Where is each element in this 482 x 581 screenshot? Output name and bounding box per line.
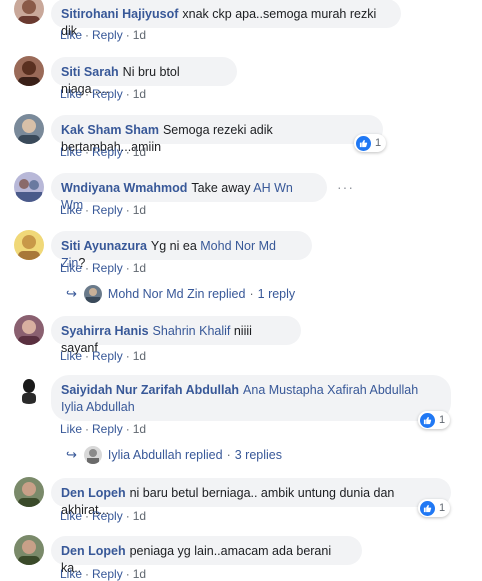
comment-time[interactable]: 1d [133, 203, 146, 217]
comment-actions: Like · Reply · 1d [60, 349, 147, 363]
comment-bubble: Syahirra Hanis Shahrin Khalif niiii sayan… [51, 316, 301, 355]
avatar [83, 285, 102, 303]
avatar[interactable] [14, 535, 44, 565]
reply-count: 1 reply [257, 287, 296, 301]
reply-link[interactable]: Reply [92, 422, 123, 436]
avatar[interactable] [14, 230, 44, 260]
like-link[interactable]: Like [60, 567, 82, 581]
comment-author[interactable]: Kak Sham Sham [61, 123, 159, 137]
comment-time[interactable]: 1d [133, 422, 146, 436]
comment-author[interactable]: Den Lopeh [61, 544, 126, 558]
avatar[interactable] [14, 56, 44, 86]
reply-link[interactable]: Reply [92, 261, 123, 275]
like-link[interactable]: Like [60, 509, 82, 523]
comment-time[interactable]: 1d [133, 145, 146, 159]
comment-bubble: Den Lopeh peniaga yg lain..amacam ada ber… [51, 536, 362, 575]
comment-text: Take away [191, 181, 251, 195]
reply-link[interactable]: Reply [92, 28, 123, 42]
comment-time[interactable]: 1d [133, 87, 146, 101]
reply-link[interactable]: Reply [92, 509, 123, 523]
reaction-count[interactable]: 1 [418, 499, 451, 517]
comment-author[interactable]: Sitirohani Hajiyusof [61, 7, 178, 21]
replied-by: Iylia Abdullah replied [107, 448, 223, 462]
comment-text: Yg ni ea [150, 239, 197, 253]
reaction-count[interactable]: 1 [354, 134, 387, 152]
mention-link[interactable]: Shahrin Khalif [153, 324, 231, 338]
comment-bubble: Kak Sham Sham Semoga rezeki adik bertamba… [51, 115, 383, 154]
avatar[interactable] [14, 477, 44, 507]
more-options-icon[interactable]: ··· [337, 179, 354, 195]
avatar[interactable] [14, 172, 44, 202]
comment-time[interactable]: 1d [133, 28, 146, 42]
reply-link[interactable]: Reply [92, 567, 123, 581]
comment-actions: Like · Reply · 1d [60, 145, 147, 159]
thumbs-up-icon [356, 135, 371, 151]
mention-link[interactable]: Ana Mustapha Xafirah Abdullah [243, 383, 418, 397]
avatar[interactable] [14, 374, 44, 404]
avatar[interactable] [14, 114, 44, 144]
comment-bubble: Wndiyana Wmahmod Take away AH Wn Wm [51, 173, 327, 212]
like-link[interactable]: Like [60, 28, 82, 42]
comment-actions: Like · Reply · 1d [60, 567, 147, 581]
comment-actions: Like · Reply · 1d [60, 261, 147, 275]
comment-bubble: Siti Sarah Ni bru btol niaga..... [51, 57, 237, 96]
comment-time[interactable]: 1d [133, 509, 146, 523]
like-link[interactable]: Like [60, 87, 82, 101]
avatar[interactable] [14, 315, 44, 345]
comment-author[interactable]: Siti Sarah [61, 65, 119, 79]
comment-time[interactable]: 1d [133, 567, 146, 581]
comment-author[interactable]: Siti Ayunazura [61, 239, 147, 253]
comment-bubble: Sitirohani Hajiyusof xnak ckp apa..semoga… [51, 0, 401, 38]
comment-author[interactable]: Saiyidah Nur Zarifah Abdullah [61, 383, 239, 397]
replied-by: Mohd Nor Md Zin replied [107, 287, 246, 301]
comment-author[interactable]: Wndiyana Wmahmod [61, 181, 187, 195]
like-link[interactable]: Like [60, 145, 82, 159]
reply-link[interactable]: Reply [92, 203, 123, 217]
reply-arrow-icon: ↪ [66, 447, 77, 462]
like-link[interactable]: Like [60, 203, 82, 217]
thumbs-up-icon [420, 500, 435, 516]
mention-link[interactable]: Iylia Abdullah [61, 400, 135, 414]
avatar[interactable] [14, 0, 44, 24]
comment-time[interactable]: 1d [133, 349, 146, 363]
thumbs-up-icon [420, 412, 435, 428]
like-link[interactable]: Like [60, 261, 82, 275]
comment-actions: Like · Reply · 1d [60, 422, 147, 436]
comment-actions: Like · Reply · 1d [60, 203, 147, 217]
reply-arrow-icon: ↪ [66, 286, 77, 301]
reply-count: 3 replies [234, 448, 282, 462]
comment-bubble: Saiyidah Nur Zarifah Abdullah Ana Mustaph… [51, 375, 451, 421]
view-replies-link[interactable]: ↪ Mohd Nor Md Zin replied · 1 reply [66, 285, 295, 303]
like-link[interactable]: Like [60, 422, 82, 436]
reply-link[interactable]: Reply [92, 87, 123, 101]
comment-actions: Like · Reply · 1d [60, 509, 147, 523]
avatar [83, 446, 102, 464]
comment-author[interactable]: Den Lopeh [61, 486, 126, 500]
comment-actions: Like · Reply · 1d [60, 28, 147, 42]
comment-bubble: Siti Ayunazura Yg ni ea Mohd Nor Md Zin? [51, 231, 312, 270]
reply-link[interactable]: Reply [92, 145, 123, 159]
comment-author[interactable]: Syahirra Hanis [61, 324, 149, 338]
comment-bubble: Den Lopeh ni baru betul berniaga.. ambik … [51, 478, 451, 517]
comment-actions: Like · Reply · 1d [60, 87, 147, 101]
reaction-count[interactable]: 1 [418, 411, 451, 429]
view-replies-link[interactable]: ↪ Iylia Abdullah replied · 3 replies [66, 446, 282, 464]
reply-link[interactable]: Reply [92, 349, 123, 363]
like-link[interactable]: Like [60, 349, 82, 363]
comment-time[interactable]: 1d [133, 261, 146, 275]
